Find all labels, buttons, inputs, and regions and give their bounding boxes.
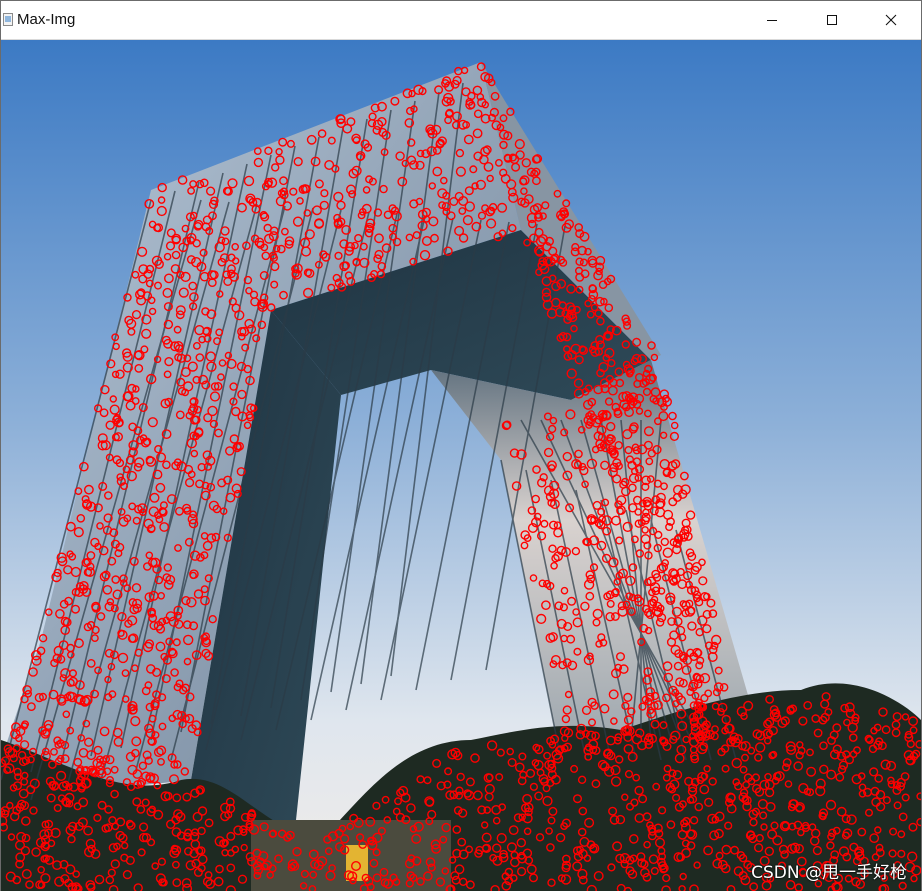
close-button[interactable] [862,1,920,39]
minimize-icon [767,20,777,21]
close-icon [885,14,897,26]
opencv-image-window: Max-Img CSDN @甩一手好枪 [0,0,922,891]
title-bar[interactable]: Max-Img [1,1,921,40]
image-icon [3,13,13,26]
building-photo-with-keypoints [1,40,921,891]
watermark-text: CSDN @甩一手好枪 [751,863,907,883]
maximize-icon [827,15,837,25]
window-title: Max-Img [17,11,76,28]
minimize-button[interactable] [743,1,801,39]
maximize-button[interactable] [803,1,861,39]
image-canvas: CSDN @甩一手好枪 [1,40,921,891]
